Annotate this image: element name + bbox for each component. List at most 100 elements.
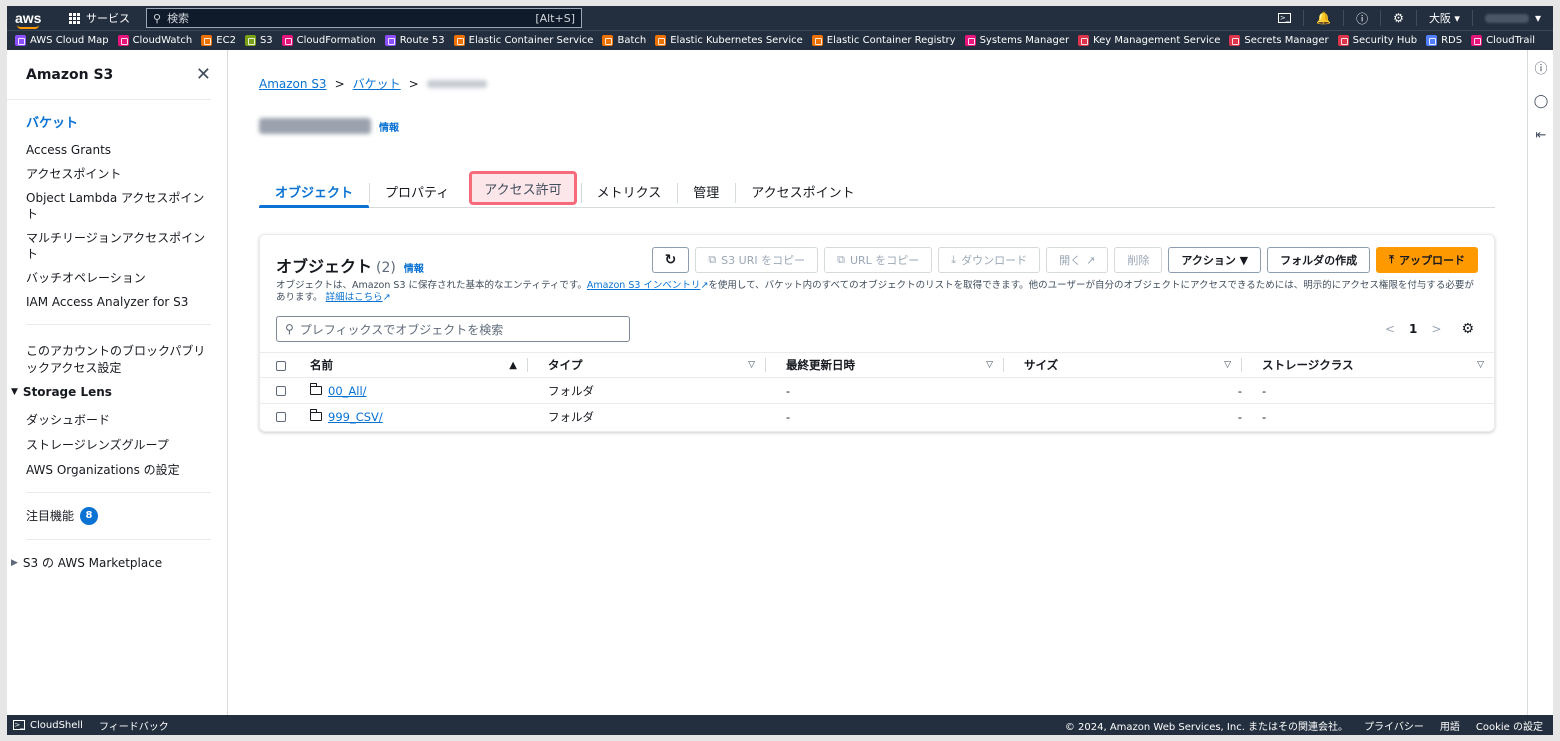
table-row: 00_All/ フォルダ - - - — [260, 377, 1494, 404]
refresh-button[interactable]: ↻ — [651, 247, 690, 273]
fav-route53[interactable]: Route 53 — [384, 35, 445, 46]
sidebar-item-buckets[interactable]: バケット — [26, 116, 227, 132]
cloudshell-icon[interactable]: >_ — [13, 720, 25, 730]
tab-access-points[interactable]: アクセスポイント — [735, 175, 870, 207]
row-checkbox[interactable] — [276, 386, 286, 396]
download-button[interactable]: ⤓ ダウンロード — [938, 247, 1041, 273]
column-type[interactable]: タイプ ▽ — [548, 357, 766, 373]
divider — [26, 324, 211, 325]
sidebar-item-block-public-access[interactable]: このアカウントのブロックパブリックアクセス設定 — [26, 343, 227, 377]
footer-privacy-link[interactable]: プライバシー — [1364, 718, 1424, 733]
page-title-row: 情報 — [259, 114, 1495, 138]
storage-lens-section[interactable]: ▼ Storage Lens — [7, 385, 227, 399]
sidebar-item-lens-groups[interactable]: ストレージレンズグループ — [26, 437, 227, 453]
tab-bar: オブジェクト プロパティ アクセス許可 メトリクス 管理 アクセスポイント — [259, 168, 1495, 208]
cloudshell-icon[interactable]: >_ — [1266, 10, 1303, 26]
page-number[interactable]: 1 — [1409, 322, 1417, 336]
sidebar-item-dashboard[interactable]: ダッシュボード — [26, 412, 227, 428]
fav-s3[interactable]: S3 — [244, 35, 273, 46]
object-link[interactable]: 00_All/ — [309, 383, 528, 398]
footer-feedback[interactable]: フィードバック — [99, 718, 169, 733]
aws-logo[interactable]: aws — [15, 11, 51, 29]
objects-info-link[interactable]: 情報 — [404, 260, 424, 275]
help-icon[interactable]: ⓘ — [1343, 10, 1380, 26]
sidebar-item-access-grants[interactable]: Access Grants — [26, 142, 227, 158]
settings-icon[interactable]: ⚙ — [1380, 10, 1416, 26]
footer-terms-link[interactable]: 用語 — [1440, 718, 1460, 733]
column-name[interactable]: 名前 ▲ — [310, 357, 528, 373]
region-selector[interactable]: 大阪 ▾ — [1415, 10, 1472, 26]
select-all-checkbox[interactable] — [276, 360, 286, 371]
tab-properties[interactable]: プロパティ — [369, 175, 465, 207]
upload-button[interactable]: ⤒ アップロード — [1376, 247, 1478, 273]
sidebar-item-featured[interactable]: 注目機能 8 — [26, 507, 227, 525]
fav-security-hub[interactable]: Security Hub — [1337, 35, 1417, 46]
global-search-input[interactable]: ⚲ 検索 [Alt+S] — [146, 8, 582, 28]
account-menu[interactable]: ▾ — [1471, 10, 1553, 26]
tab-objects[interactable]: オブジェクト — [259, 175, 370, 208]
fav-cloud-map[interactable]: AWS Cloud Map — [15, 35, 109, 46]
sidebar-item-iam-analyzer[interactable]: IAM Access Analyzer for S3 — [26, 294, 227, 310]
fav-cloudwatch[interactable]: CloudWatch — [117, 35, 192, 46]
fav-kms[interactable]: Key Management Service — [1078, 35, 1220, 46]
fav-ecr[interactable]: Elastic Container Registry — [811, 35, 956, 46]
copy-s3-uri-button[interactable]: ⧉ S3 URI をコピー — [695, 247, 819, 273]
delete-button[interactable]: 削除 — [1114, 247, 1163, 273]
tab-management[interactable]: 管理 — [677, 175, 735, 207]
copy-icon: ⧉ — [708, 253, 717, 266]
fav-eks[interactable]: Elastic Kubernetes Service — [655, 35, 803, 46]
sidebar-item-access-points[interactable]: アクセスポイント — [26, 166, 227, 182]
breadcrumb-buckets[interactable]: バケット — [353, 75, 401, 92]
actions-dropdown[interactable]: アクション ▼ — [1168, 247, 1262, 273]
sidebar-item-organizations[interactable]: AWS Organizations の設定 — [26, 462, 227, 478]
settings-icon[interactable]: ⚙ — [1461, 321, 1474, 337]
services-menu[interactable]: サービス — [69, 10, 130, 26]
compass-icon[interactable]: ◯ — [1528, 84, 1553, 118]
object-link[interactable]: 999_CSV/ — [309, 409, 528, 424]
fav-batch[interactable]: Batch — [602, 35, 646, 46]
footer-cloudshell[interactable]: CloudShell — [30, 720, 83, 731]
object-storage-class: - — [1262, 409, 1267, 424]
search-shortcut: [Alt+S] — [535, 11, 575, 25]
fav-cloudtrail[interactable]: CloudTrail — [1471, 35, 1535, 46]
copy-url-button[interactable]: ⧉ URL をコピー — [824, 247, 933, 273]
footer: >_ CloudShell フィードバック © 2024, Amazon Web… — [7, 715, 1553, 735]
panel-icon[interactable]: ⇤ — [1528, 118, 1553, 152]
sidebar-item-object-lambda[interactable]: Object Lambda アクセスポイント — [26, 190, 227, 222]
learn-more-link[interactable]: 詳細はこちら — [326, 292, 383, 303]
fav-secrets-manager[interactable]: Secrets Manager — [1229, 35, 1329, 46]
fav-ec2[interactable]: EC2 — [201, 35, 236, 46]
tab-metrics[interactable]: メトリクス — [580, 175, 678, 207]
fav-cloudformation[interactable]: CloudFormation — [281, 35, 376, 46]
sidebar: Amazon S3 ✕ バケット Access Grants アクセスポイント … — [7, 50, 228, 715]
external-link-icon: ↗ — [382, 292, 391, 303]
column-storage-class[interactable]: ストレージクラス ▽ — [1262, 357, 1484, 373]
sidebar-item-marketplace[interactable]: ▶ S3 の AWS Marketplace — [7, 554, 227, 571]
column-modified[interactable]: 最終更新日時 ▽ — [786, 357, 1004, 373]
storage-lens-label: Storage Lens — [22, 385, 112, 399]
object-size: - — [1014, 377, 1252, 404]
column-size[interactable]: サイズ ▽ — [1024, 357, 1242, 373]
close-icon[interactable]: ✕ — [196, 64, 211, 85]
info-link[interactable]: 情報 — [379, 119, 399, 134]
prev-page-icon[interactable]: < — [1385, 322, 1395, 336]
sidebar-item-multi-region[interactable]: マルチリージョンアクセスポイント — [26, 230, 227, 262]
inventory-link[interactable]: Amazon S3 インベントリ — [587, 280, 701, 291]
sidebar-item-batch-ops[interactable]: バッチオペレーション — [26, 270, 227, 286]
row-checkbox[interactable] — [276, 412, 286, 423]
bell-icon[interactable]: 🔔 — [1303, 10, 1343, 26]
fav-rds[interactable]: RDS — [1426, 35, 1462, 46]
tab-permissions[interactable]: アクセス許可 — [469, 171, 577, 205]
info-icon[interactable]: ⓘ — [1528, 50, 1553, 84]
footer-copyright: © 2024, Amazon Web Services, Inc. またはその関… — [1064, 721, 1349, 733]
open-button[interactable]: 開く ↗ — [1046, 247, 1109, 273]
footer-cookie-link[interactable]: Cookie の設定 — [1476, 718, 1543, 733]
breadcrumb-s3[interactable]: Amazon S3 — [259, 77, 327, 91]
next-page-icon[interactable]: > — [1431, 322, 1441, 336]
fav-systems-manager[interactable]: Systems Manager — [964, 35, 1069, 46]
object-search-input[interactable]: ⚲ プレフィックスでオブジェクトを検索 — [276, 316, 630, 342]
object-modified: - — [776, 377, 1014, 404]
objects-panel: オブジェクト (2) 情報 ↻ ⧉ S3 URI をコピー ⧉ URL をコピー ⤓… — [259, 234, 1495, 432]
create-folder-button[interactable]: フォルダの作成 — [1267, 247, 1371, 273]
fav-ecs[interactable]: Elastic Container Service — [453, 35, 593, 46]
